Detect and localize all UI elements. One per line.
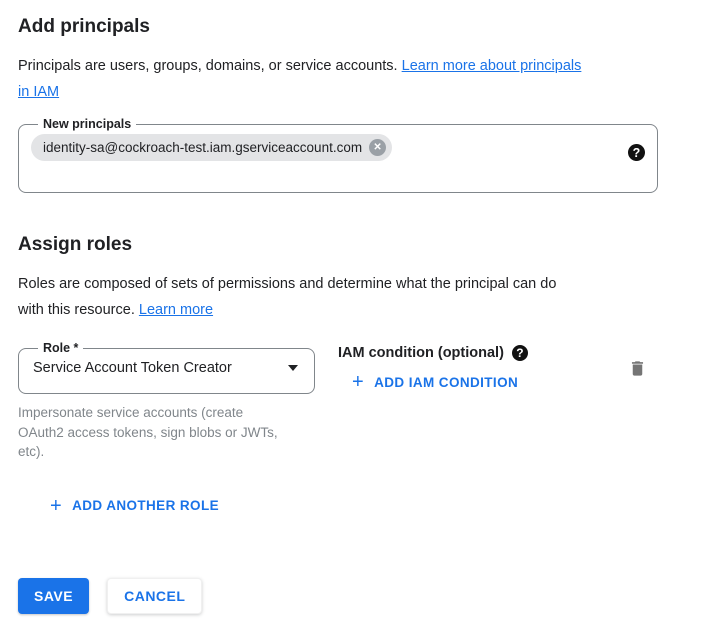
roles-description: Roles are composed of sets of permission…	[18, 271, 713, 323]
role-row: Role * Service Account Token Creator Imp…	[18, 342, 663, 462]
dialog-actions: SAVE CANCEL	[18, 578, 713, 614]
role-column: Role * Service Account Token Creator Imp…	[18, 342, 315, 462]
role-select-value: Service Account Token Creator	[33, 360, 232, 376]
principals-description: Principals are users, groups, domains, o…	[18, 53, 713, 105]
new-principals-label: New principals	[38, 118, 136, 131]
role-select-label: Role *	[38, 342, 83, 355]
principal-chip-text: identity-sa@cockroach-test.iam.gservicea…	[43, 140, 362, 155]
learn-more-principals-link-cont[interactable]: in IAM	[18, 84, 59, 100]
chevron-down-icon	[288, 365, 298, 371]
add-iam-condition-button[interactable]: + ADD IAM CONDITION	[346, 370, 524, 394]
delete-role-button[interactable]	[626, 356, 649, 384]
cancel-button[interactable]: CANCEL	[107, 578, 202, 614]
principal-chip: identity-sa@cockroach-test.iam.gservicea…	[31, 134, 392, 161]
roles-description-line2: with this resource.	[18, 302, 135, 318]
roles-description-line1: Roles are composed of sets of permission…	[18, 276, 556, 292]
assign-roles-title: Assign roles	[18, 233, 713, 257]
iam-condition-help-icon[interactable]: ?	[512, 345, 528, 361]
role-helper-text: Impersonate service accounts (create OAu…	[18, 403, 290, 462]
new-principals-help-icon[interactable]: ?	[628, 144, 645, 161]
add-another-role-button[interactable]: + ADD ANOTHER ROLE	[44, 494, 225, 518]
chip-remove-icon[interactable]: ✕	[369, 139, 386, 156]
new-principals-field[interactable]: New principals identity-sa@cockroach-tes…	[18, 118, 658, 193]
iam-condition-label: IAM condition (optional)	[338, 345, 504, 361]
principals-description-text: Principals are users, groups, domains, o…	[18, 58, 398, 74]
learn-more-principals-link[interactable]: Learn more about principals	[402, 58, 582, 74]
page-title: Add principals	[18, 15, 713, 39]
trash-icon	[628, 367, 647, 382]
add-iam-condition-label: ADD IAM CONDITION	[374, 375, 518, 390]
save-button[interactable]: SAVE	[18, 578, 89, 614]
role-select-inner: Service Account Token Creator	[31, 355, 302, 376]
learn-more-roles-link[interactable]: Learn more	[139, 302, 213, 318]
role-select[interactable]: Role * Service Account Token Creator	[18, 342, 315, 394]
iam-condition-label-row: IAM condition (optional) ?	[338, 345, 626, 361]
add-principals-panel: Add principals Principals are users, gro…	[0, 0, 713, 614]
plus-icon: +	[50, 498, 62, 514]
iam-condition-column: IAM condition (optional) ? + ADD IAM COND…	[338, 342, 626, 394]
plus-icon: +	[352, 374, 364, 390]
add-another-role-label: ADD ANOTHER ROLE	[72, 498, 219, 513]
